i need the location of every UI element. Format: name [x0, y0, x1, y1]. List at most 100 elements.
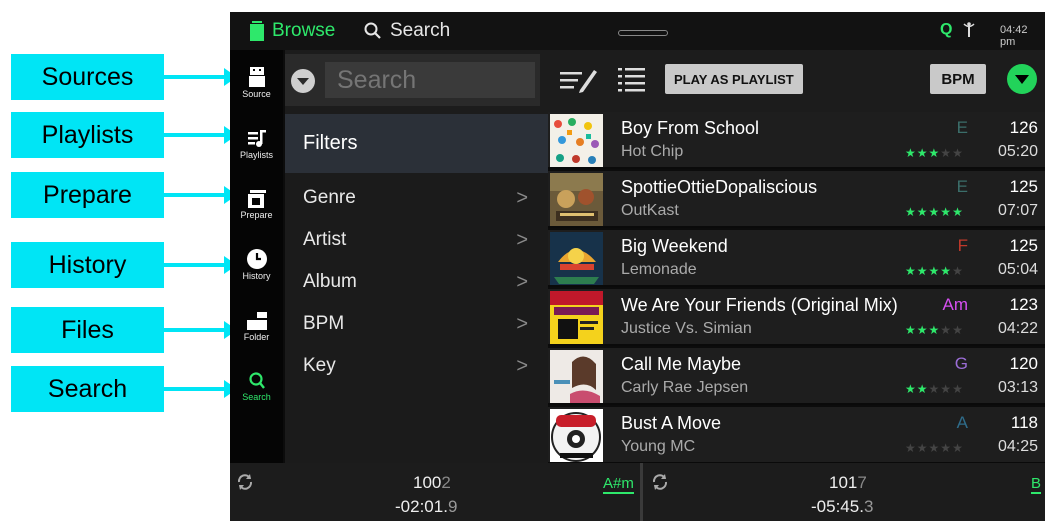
track-artist: Hot Chip	[621, 143, 684, 160]
arrow-playlists	[164, 133, 226, 137]
filter-item-artist[interactable]: Artist >	[285, 219, 548, 261]
deck-left[interactable]: 1002 -02:01.9 A#m	[230, 463, 640, 521]
search-box	[285, 54, 540, 106]
top-bar: Browse Search Q 04:42 pm	[230, 12, 1045, 50]
search-dropdown-icon[interactable]	[291, 69, 315, 93]
track-bpm: 125	[1009, 177, 1038, 196]
star-icon: ★	[940, 323, 953, 337]
search-tab[interactable]: Search	[364, 20, 450, 42]
folder-icon	[246, 312, 267, 330]
track-key: E	[956, 177, 968, 196]
arrow-prepare	[164, 193, 226, 197]
sidebar-item-history[interactable]: History	[230, 236, 283, 294]
callout-search: Search	[11, 366, 164, 412]
sort-bpm-button[interactable]: BPM	[930, 64, 986, 94]
track-bpm: 120	[1009, 354, 1038, 373]
album-art	[550, 350, 603, 403]
deck-key: B	[1031, 475, 1042, 494]
browse-tab[interactable]: Browse	[250, 20, 335, 42]
play-as-playlist-button[interactable]: PLAY AS PLAYLIST	[665, 64, 803, 94]
sidebar: Source Playlists Prepare History Folder …	[230, 50, 283, 463]
filter-item-album[interactable]: Album >	[285, 261, 548, 303]
album-art	[550, 409, 603, 462]
track-title: Big Weekend	[621, 236, 728, 256]
star-icon: ★	[928, 205, 941, 219]
arrow-sources	[164, 75, 226, 79]
track-rating[interactable]: ★★★★★	[905, 264, 964, 278]
sync-icon[interactable]	[651, 473, 669, 496]
star-icon: ★	[916, 146, 929, 160]
deck-bpm-decimal: 7	[857, 473, 867, 492]
search-input[interactable]	[325, 62, 535, 98]
track-artist: OutKast	[621, 202, 679, 219]
search-icon	[248, 372, 265, 389]
edit-list-icon[interactable]	[560, 66, 598, 99]
sidebar-label-folder: Folder	[243, 332, 270, 342]
list-view-icon[interactable]	[618, 66, 646, 99]
filter-item-genre[interactable]: Genre >	[285, 177, 548, 219]
track-row[interactable]: Boy From School Hot Chip E ★★★★★ 126 05:…	[548, 112, 1045, 169]
sidebar-label-history: History	[242, 271, 271, 281]
filter-item-bpm[interactable]: BPM >	[285, 303, 548, 345]
drag-handle[interactable]	[618, 30, 668, 36]
filter-item-key[interactable]: Key >	[285, 345, 548, 387]
sidebar-item-prepare[interactable]: Prepare	[230, 176, 283, 234]
album-art	[550, 114, 603, 167]
track-bpm: 118	[1010, 413, 1038, 432]
deck-right[interactable]: 1017 -05:45.3 B	[643, 463, 1045, 521]
track-key: E	[956, 118, 968, 137]
track-rating[interactable]: ★★★★★	[905, 205, 964, 219]
star-icon: ★	[916, 382, 929, 396]
track-time: 04:22	[997, 320, 1038, 337]
track-rating[interactable]: ★★★★★	[905, 146, 964, 160]
arrow-search	[164, 387, 226, 391]
callout-files: Files	[11, 307, 164, 353]
track-row[interactable]: SpottieOttieDopaliscious OutKast E ★★★★★…	[548, 171, 1045, 228]
deck-time: -02:01.9	[395, 497, 457, 517]
track-bpm: 123	[1009, 295, 1038, 314]
sidebar-label-prepare: Prepare	[240, 210, 273, 220]
star-icon: ★	[916, 441, 929, 455]
search-icon	[364, 22, 381, 39]
track-key: Am	[942, 295, 969, 314]
sidebar-item-source[interactable]: Source	[230, 54, 283, 112]
track-title: We Are Your Friends (Original Mix)	[621, 295, 898, 315]
star-icon: ★	[916, 205, 929, 219]
antenna-icon	[963, 21, 975, 41]
deck-bpm: 1017	[829, 473, 867, 493]
sidebar-item-folder[interactable]: Folder	[230, 298, 283, 356]
track-rating[interactable]: ★★★★★	[905, 382, 964, 396]
callout-history: History	[11, 242, 164, 288]
star-icon: ★	[940, 441, 953, 455]
track-title: Boy From School	[621, 118, 760, 138]
star-icon: ★	[928, 146, 941, 160]
sidebar-item-search[interactable]: Search	[230, 358, 283, 416]
track-row[interactable]: We Are Your Friends (Original Mix) Justi…	[548, 289, 1045, 346]
star-icon: ★	[928, 382, 941, 396]
prepare-icon	[247, 190, 266, 208]
deck-time: -05:45.3	[811, 497, 873, 517]
star-icon: ★	[952, 382, 964, 396]
star-icon: ★	[940, 382, 953, 396]
track-bpm: 125	[1009, 236, 1038, 255]
clock-icon	[246, 249, 267, 269]
track-time: 04:25	[997, 438, 1038, 455]
track-row[interactable]: Bust A Move Young MC A ★★★★★ 118 04:25	[548, 407, 1045, 464]
sync-icon[interactable]	[236, 473, 254, 496]
device-screen: Browse Search Q 04:42 pm Source Playlist…	[230, 12, 1045, 521]
track-row[interactable]: Call Me Maybe Carly Rae Jepsen G ★★★★★ 1…	[548, 348, 1045, 405]
track-rating[interactable]: ★★★★★	[905, 441, 964, 455]
track-rating[interactable]: ★★★★★	[905, 323, 964, 337]
clock-time: 04:42 pm	[1000, 24, 1028, 48]
star-icon: ★	[940, 264, 953, 278]
filters-header[interactable]: Filters	[285, 114, 548, 173]
sidebar-item-playlists[interactable]: Playlists	[230, 116, 283, 174]
track-row[interactable]: Big Weekend Lemonade F ★★★★★ 125 05:04	[548, 230, 1045, 287]
callout-sources: Sources	[11, 54, 164, 100]
sort-dropdown-icon[interactable]	[1007, 64, 1037, 94]
browse-icon	[250, 21, 264, 41]
track-time: 05:04	[997, 261, 1038, 278]
star-icon: ★	[928, 323, 941, 337]
deck-time-decimal: 9	[447, 497, 458, 516]
chevron-right-icon: >	[516, 271, 528, 293]
